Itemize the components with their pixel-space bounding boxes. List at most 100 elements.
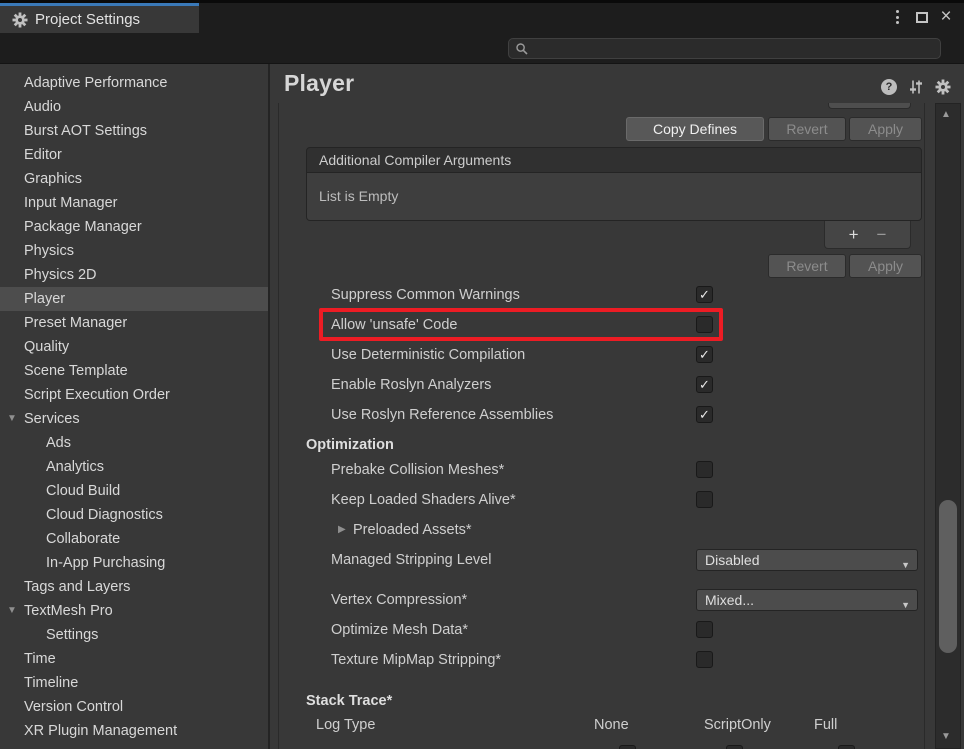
setting-label: Managed Stripping Level: [331, 552, 491, 568]
clipped-button[interactable]: [828, 103, 911, 109]
checkbox-unchecked[interactable]: [696, 491, 713, 508]
add-item-button[interactable]: +: [849, 226, 859, 243]
copy-defines-button[interactable]: Copy Defines: [626, 117, 764, 141]
sidebar-item-time[interactable]: Time: [0, 647, 268, 671]
sidebar-item-cloud-diagnostics[interactable]: Cloud Diagnostics: [0, 503, 268, 527]
checkbox-checked[interactable]: ✓: [696, 376, 713, 393]
sidebar-item-burst-aot-settings[interactable]: Burst AOT Settings: [0, 119, 268, 143]
scrollbar-thumb[interactable]: [939, 500, 957, 653]
stacktrace-checkbox[interactable]: [726, 745, 743, 749]
foldout-arrow-icon[interactable]: ▼: [7, 407, 17, 431]
sidebar-item-collaborate[interactable]: Collaborate: [0, 527, 268, 551]
close-button[interactable]: ×: [936, 7, 956, 27]
scroll-up-arrow[interactable]: ▲: [933, 109, 959, 120]
chevron-down-icon: ▼: [901, 595, 910, 615]
settings-gear-icon[interactable]: [935, 79, 951, 95]
setting-row-preloaded-assets: ▶ Preloaded Assets*: [279, 518, 925, 546]
setting-row-prebake-collision-meshes: Prebake Collision Meshes*: [279, 458, 925, 486]
sidebar-item-package-manager[interactable]: Package Manager: [0, 215, 268, 239]
setting-row-managed-stripping-level: Managed Stripping LevelDisabled▼: [279, 548, 925, 576]
revert-button[interactable]: Revert: [768, 254, 846, 278]
setting-label: Optimize Mesh Data*: [331, 622, 468, 638]
log-type-row: Log Type None ScriptOnly Full: [279, 713, 925, 741]
sidebar-item-tags-and-layers[interactable]: Tags and Layers: [0, 575, 268, 599]
sidebar-item-settings[interactable]: Settings: [0, 623, 268, 647]
settings-category-list: Adaptive PerformanceAudioBurst AOT Setti…: [0, 64, 270, 749]
setting-label: Enable Roslyn Analyzers: [331, 377, 491, 393]
setting-row-use-roslyn-reference-assemblies: Use Roslyn Reference Assemblies ✓: [279, 403, 925, 431]
dropdown-value: Disabled: [705, 552, 759, 568]
checkbox-checked[interactable]: ✓: [696, 406, 713, 423]
apply-button[interactable]: Apply: [849, 254, 922, 278]
sidebar-item-script-execution-order[interactable]: Script Execution Order: [0, 383, 268, 407]
checkbox-unchecked[interactable]: [696, 651, 713, 668]
sidebar-item-input-manager[interactable]: Input Manager: [0, 191, 268, 215]
sidebar-item-in-app-purchasing[interactable]: In-App Purchasing: [0, 551, 268, 575]
checkbox-checked[interactable]: ✓: [696, 346, 713, 363]
compiler-arguments-header: Additional Compiler Arguments: [306, 147, 922, 173]
sidebar-item-xr-plugin-management[interactable]: XR Plugin Management: [0, 719, 268, 743]
sidebar-item-physics-2d[interactable]: Physics 2D: [0, 263, 268, 287]
stack-trace-header: Stack Trace*: [306, 693, 392, 709]
col-scriptonly: ScriptOnly: [704, 717, 771, 733]
vertical-scrollbar[interactable]: ▲ ▼: [933, 103, 964, 749]
sidebar-item-quality[interactable]: Quality: [0, 335, 268, 359]
sidebar-item-ads[interactable]: Ads: [0, 431, 268, 455]
checkbox-unchecked[interactable]: [696, 316, 713, 333]
managed-stripping-level-dropdown[interactable]: Disabled▼: [696, 549, 918, 571]
setting-row-use-deterministic-compilation: Use Deterministic Compilation ✓: [279, 343, 925, 371]
sidebar-item-timeline[interactable]: Timeline: [0, 671, 268, 695]
checkbox-unchecked[interactable]: [696, 621, 713, 638]
help-icon[interactable]: ?: [881, 79, 897, 95]
stacktrace-checkbox[interactable]: [619, 745, 636, 749]
setting-row-texture-mipmap-stripping: Texture MipMap Stripping*: [279, 648, 925, 676]
sidebar-item-services[interactable]: ▼Services: [0, 407, 268, 431]
sidebar-item-analytics[interactable]: Analytics: [0, 455, 268, 479]
setting-label: Preloaded Assets*: [353, 522, 472, 538]
setting-label: Texture MipMap Stripping*: [331, 652, 501, 668]
optimization-header: Optimization: [306, 437, 394, 453]
sidebar-item-scene-template[interactable]: Scene Template: [0, 359, 268, 383]
scroll-down-arrow[interactable]: ▼: [933, 731, 959, 742]
sidebar-item-preset-manager[interactable]: Preset Manager: [0, 311, 268, 335]
checkbox-unchecked[interactable]: [696, 461, 713, 478]
foldout-arrow-icon[interactable]: ▶: [338, 524, 346, 535]
log-type-label: Log Type: [316, 717, 375, 733]
apply-button-top[interactable]: Apply: [849, 117, 922, 141]
vertex-compression-dropdown[interactable]: Mixed...▼: [696, 589, 918, 611]
setting-label: Allow 'unsafe' Code: [331, 317, 457, 333]
search-input[interactable]: [529, 42, 919, 56]
sidebar-item-cloud-build[interactable]: Cloud Build: [0, 479, 268, 503]
search-icon: [515, 42, 529, 56]
window-titlebar: Project Settings ×: [0, 0, 964, 33]
sidebar-item-player[interactable]: Player: [0, 287, 268, 311]
setting-label: Vertex Compression*: [331, 592, 467, 608]
setting-label: Use Roslyn Reference Assemblies: [331, 407, 553, 423]
remove-item-button[interactable]: −: [877, 226, 887, 243]
revert-button-top[interactable]: Revert: [768, 117, 846, 141]
dropdown-value: Mixed...: [705, 592, 754, 608]
page-title: Player: [284, 70, 354, 97]
project-settings-tab[interactable]: Project Settings: [0, 3, 199, 33]
setting-row-optimize-mesh-data: Optimize Mesh Data*: [279, 618, 925, 646]
col-full: Full: [814, 717, 837, 733]
setting-label: Use Deterministic Compilation: [331, 347, 525, 363]
maximize-button[interactable]: [912, 7, 932, 27]
setting-row-keep-loaded-shaders-alive: Keep Loaded Shaders Alive*: [279, 488, 925, 516]
search-field[interactable]: [508, 38, 941, 59]
chevron-down-icon: ▼: [901, 555, 910, 575]
checkbox-checked[interactable]: ✓: [696, 286, 713, 303]
sidebar-item-version-control[interactable]: Version Control: [0, 695, 268, 719]
stacktrace-checkbox[interactable]: [838, 745, 855, 749]
window-menu-button[interactable]: [888, 7, 906, 27]
tab-title: Project Settings: [35, 11, 140, 28]
sidebar-item-adaptive-performance[interactable]: Adaptive Performance: [0, 71, 268, 95]
sidebar-item-editor[interactable]: Editor: [0, 143, 268, 167]
sidebar-item-audio[interactable]: Audio: [0, 95, 268, 119]
presets-icon[interactable]: [908, 79, 924, 95]
sidebar-item-graphics[interactable]: Graphics: [0, 167, 268, 191]
foldout-arrow-icon[interactable]: ▼: [7, 599, 17, 623]
sidebar-item-physics[interactable]: Physics: [0, 239, 268, 263]
sidebar-item-textmesh-pro[interactable]: ▼TextMesh Pro: [0, 599, 268, 623]
gear-icon: [12, 12, 28, 28]
